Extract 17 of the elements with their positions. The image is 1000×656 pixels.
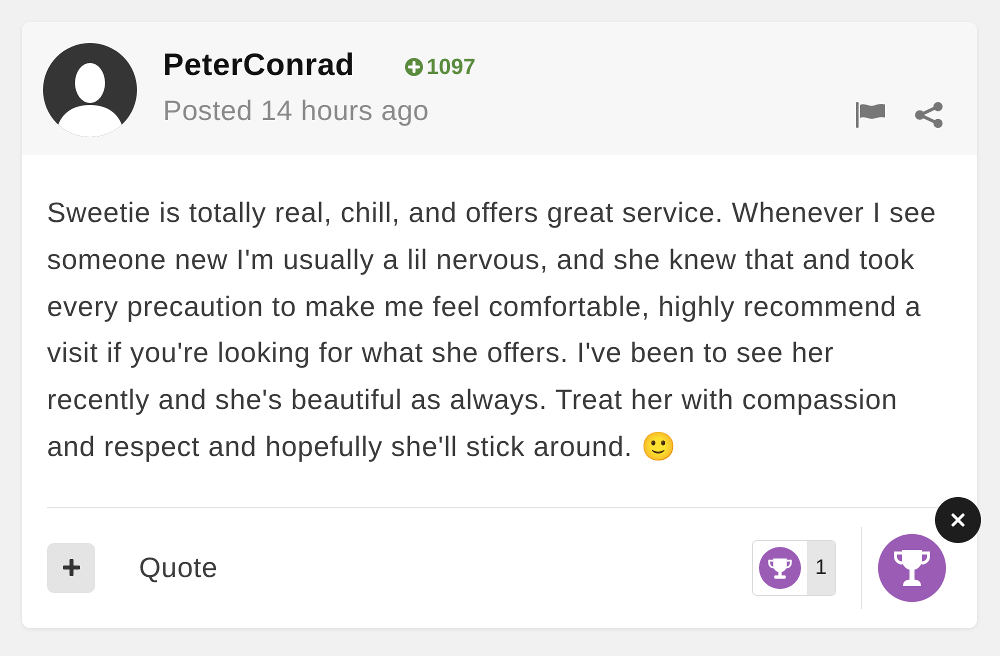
trophy-icon [759,546,801,589]
author-name[interactable]: PeterConrad [163,47,355,83]
post-time: Posted 14 hours ago [163,95,430,127]
quote-link[interactable]: Quote [139,552,218,584]
avatar-icon [43,43,137,137]
reputation-count: 1097 [426,55,476,79]
reaction-tally[interactable]: 1 [752,540,836,596]
close-icon [951,512,965,527]
plus-circle-icon [404,58,423,76]
flag-icon[interactable] [856,102,885,128]
post-text: Sweetie is totally real, chill, and offers great service. Whenever I see someone new I'm usually a lil nervous, and she knew that and took every precaution to make me feel comfortable, highly recommend a visit if you're looking for what she offers. I've been to see her recently and she's beautiful as always. Treat her with compassion and respect and hopefully she'll stick around. 🙂 [47,196,938,464]
reaction-count: 1 [807,540,835,595]
trophy-icon [893,550,931,586]
add-button[interactable] [47,542,95,593]
close-button[interactable] [935,496,981,543]
plus-icon [62,559,80,576]
share-icon[interactable] [915,102,943,128]
